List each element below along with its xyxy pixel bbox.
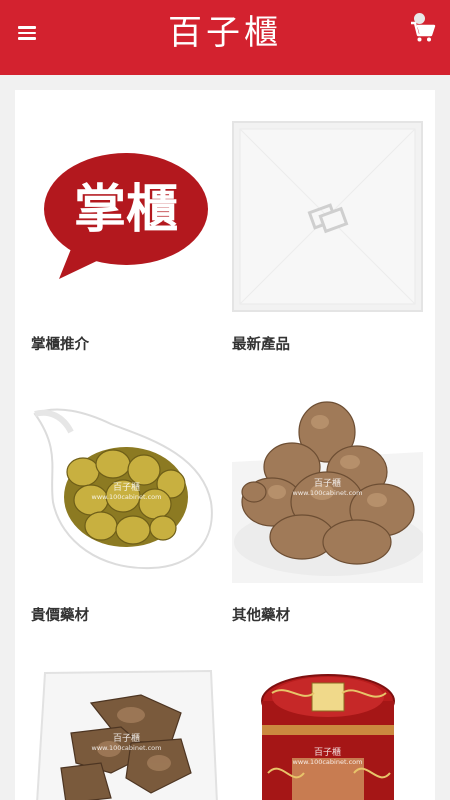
image-placeholder-icon	[232, 121, 423, 312]
category-tile-herb-slices[interactable]: 百子櫃 www.100cabinet.com	[31, 663, 222, 800]
image-watermark: 百子櫃 www.100cabinet.com	[292, 479, 363, 497]
recommend-logo-image: 掌櫃	[31, 121, 222, 312]
image-watermark: 百子櫃 www.100cabinet.com	[91, 734, 162, 752]
tile-label: 掌櫃推介	[31, 337, 89, 353]
category-tile-recommend[interactable]: 掌櫃 掌櫃推介	[31, 121, 222, 361]
category-tile-new-products[interactable]: 最新產品	[232, 121, 423, 361]
other-herbs-image: 百子櫃 www.100cabinet.com	[232, 392, 423, 583]
category-tile-premium-herbs[interactable]: 百子櫃 www.100cabinet.com 貴價藥材	[31, 392, 222, 632]
brand-logo[interactable]: 百子櫃	[0, 8, 450, 58]
image-watermark: 百子櫃 www.100cabinet.com	[91, 483, 162, 501]
tile-label: 貴價藥材	[31, 608, 89, 624]
image-watermark: 百子櫃 www.100cabinet.com	[292, 748, 363, 766]
herb-slices-image: 百子櫃 www.100cabinet.com	[31, 663, 222, 800]
app-header: 百子櫃	[0, 0, 450, 75]
tile-label: 其他藥材	[232, 608, 290, 624]
category-tile-other-herbs[interactable]: 百子櫃 www.100cabinet.com 其他藥材	[232, 392, 423, 632]
tile-label: 最新產品	[232, 337, 290, 353]
premium-herbs-image: 百子櫃 www.100cabinet.com	[31, 392, 222, 583]
category-tile-pill-tin[interactable]: 百子櫃 www.100cabinet.com	[232, 663, 423, 800]
recommend-logo-text: 掌櫃	[74, 179, 178, 240]
shopping-cart-icon[interactable]	[408, 16, 438, 46]
pill-tin-image: 百子櫃 www.100cabinet.com	[232, 663, 423, 800]
